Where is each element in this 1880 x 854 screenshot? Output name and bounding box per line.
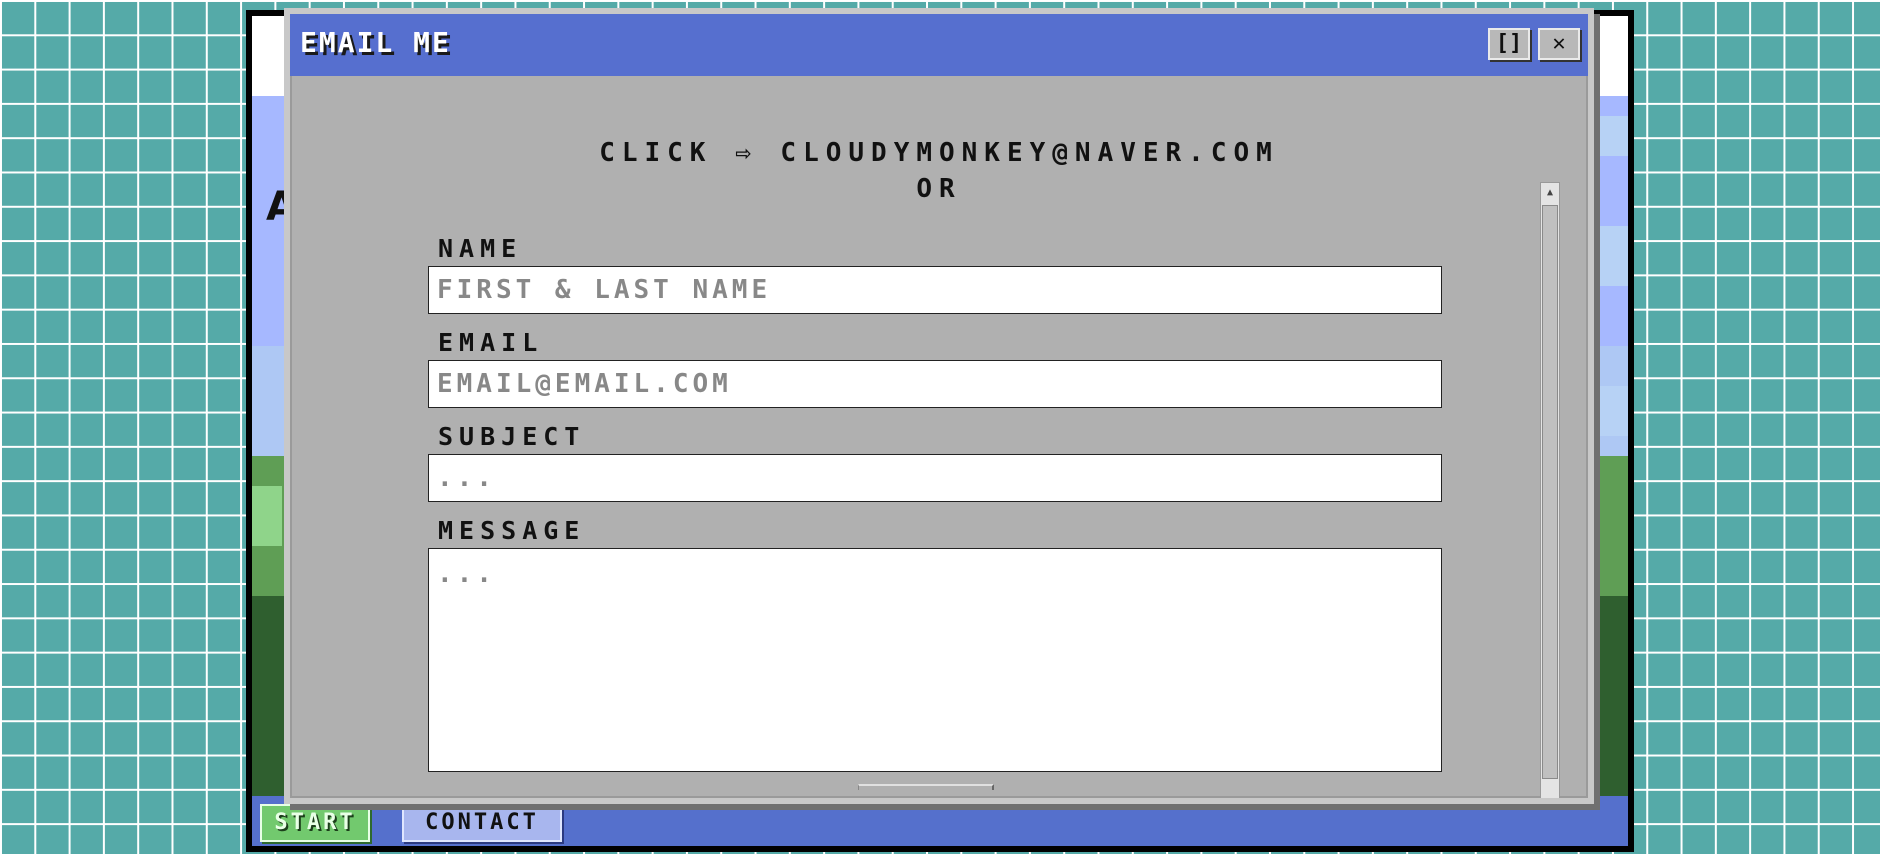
scroll-up-icon[interactable]: ▲ [1541, 183, 1559, 203]
email-dialog: EMAIL ME [] ✕ CLICK ⇨ CLOUDYMONKEY@NAVER… [284, 8, 1594, 804]
or-separator: OR [916, 174, 962, 204]
close-button[interactable]: ✕ [1538, 28, 1580, 60]
subject-label: SUBJECT [438, 422, 586, 451]
vertical-scrollbar[interactable]: ▲ ▼ [1540, 182, 1560, 798]
email-label: EMAIL [438, 328, 544, 357]
dialog-title: EMAIL ME [300, 26, 451, 59]
cloud-decoration [1594, 226, 1628, 286]
cloud-decoration [1594, 386, 1628, 436]
dialog-titlebar[interactable]: EMAIL ME [] ✕ [290, 14, 1588, 76]
maximize-button[interactable]: [] [1488, 28, 1530, 60]
name-input[interactable] [428, 266, 1442, 314]
grass-decoration [252, 486, 282, 546]
taskbar-item-contact[interactable]: CONTACT [402, 804, 562, 842]
message-textarea[interactable] [428, 548, 1442, 772]
click-to-email: CLICK ⇨ CLOUDYMONKEY@NAVER.COM [290, 138, 1588, 168]
scroll-thumb[interactable] [1542, 205, 1558, 779]
dialog-content: CLICK ⇨ CLOUDYMONKEY@NAVER.COM OR NAME E… [290, 76, 1588, 798]
name-label: NAME [438, 234, 523, 263]
email-link[interactable]: CLOUDYMONKEY@NAVER.COM [780, 138, 1278, 168]
click-prefix: CLICK ⇨ [599, 138, 781, 168]
start-button[interactable]: START [260, 804, 370, 842]
subject-input[interactable] [428, 454, 1442, 502]
cloud-decoration [1594, 116, 1628, 156]
message-label: MESSAGE [438, 516, 586, 545]
resize-grip[interactable] [858, 784, 994, 790]
email-input[interactable] [428, 360, 1442, 408]
